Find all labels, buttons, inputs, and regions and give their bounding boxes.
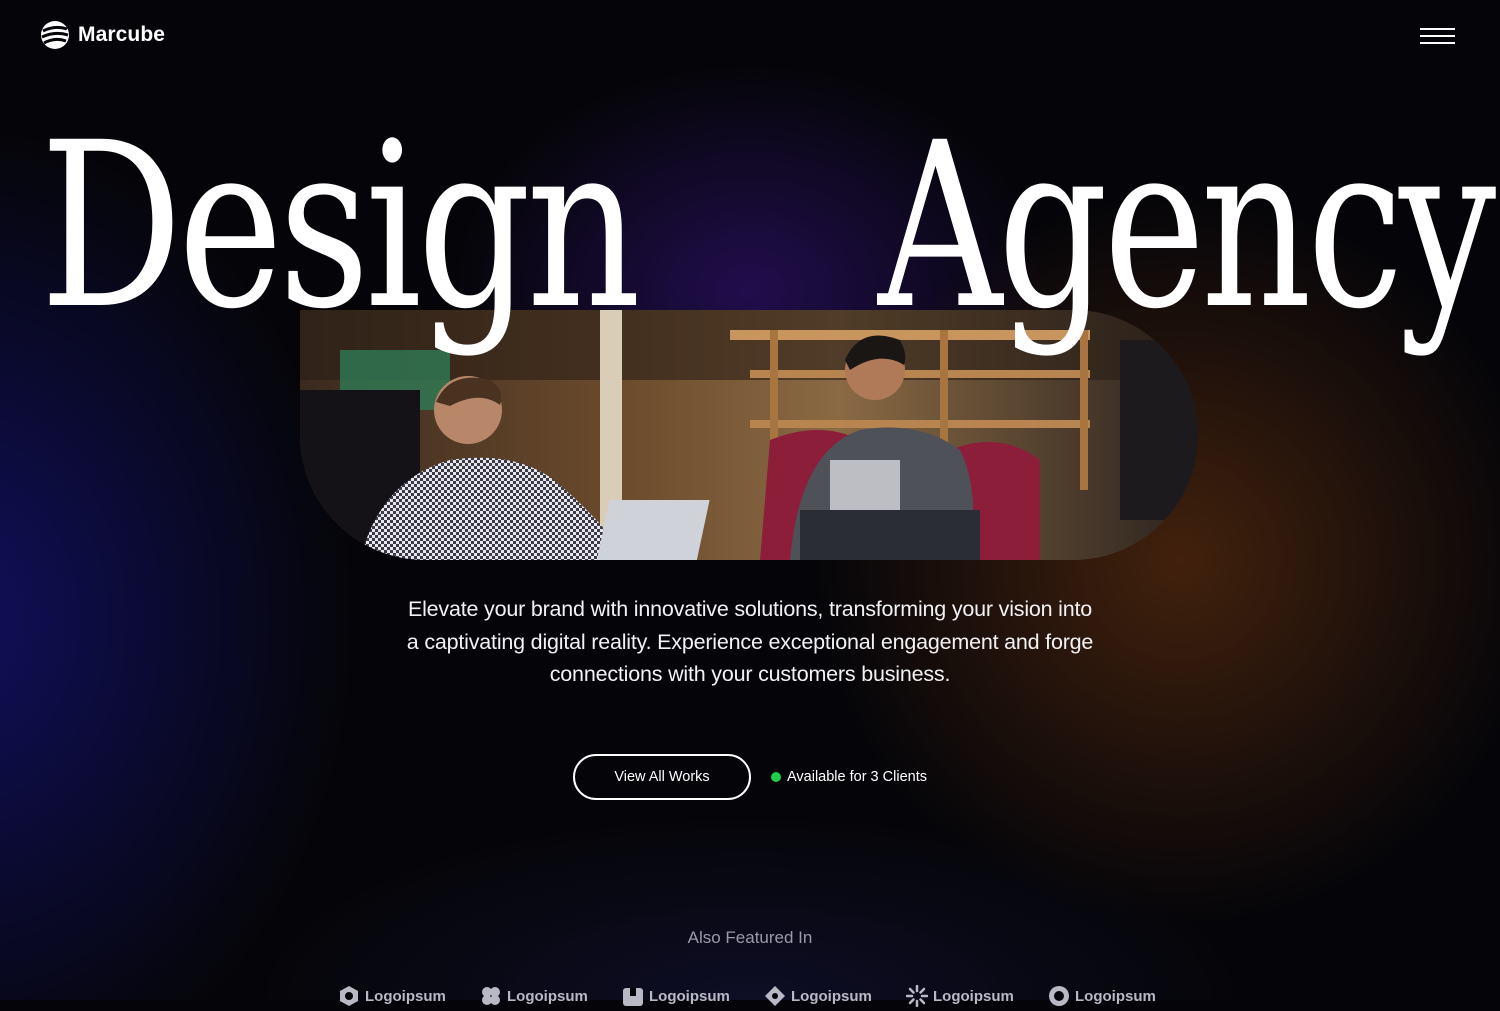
brand-name: Marcube: [78, 23, 166, 46]
menu-line: [1420, 35, 1455, 37]
hero-tagline: Elevate your brand with innovative solut…: [406, 597, 1094, 686]
globe-stripes-icon: [41, 21, 69, 49]
partner-logo-text: Logoipsum: [649, 987, 730, 1005]
partner-logo-text: Logoipsum: [507, 987, 588, 1005]
menu-line: [1420, 28, 1455, 30]
featured-logos: Logoipsum Logoipsum Logoipsum Logoipsum …: [338, 981, 1168, 1011]
partner-logo-text: Logoipsum: [365, 987, 446, 1005]
partner-logo[interactable]: Logoipsum: [622, 985, 736, 1007]
diamond-logo-icon: [765, 986, 785, 1006]
menu-line: [1420, 42, 1455, 44]
availability-text: Available for 3 Clients: [787, 769, 927, 785]
site-header: Marcube: [40, 18, 1455, 52]
partner-logo[interactable]: Logoipsum: [906, 985, 1020, 1007]
partner-logo[interactable]: Logoipsum: [764, 985, 878, 1007]
status-dot-icon: [771, 772, 781, 782]
partner-logo[interactable]: Logoipsum: [480, 985, 594, 1007]
hexagon-logo-icon: [340, 986, 358, 1006]
partner-logo[interactable]: Logoipsum: [1048, 985, 1162, 1007]
ring-logo-icon: [1049, 986, 1069, 1006]
hamburger-menu-icon[interactable]: [1420, 24, 1455, 46]
hero-title-right: Agency: [878, 93, 1496, 359]
brand-logo[interactable]: Marcube: [40, 20, 165, 50]
cta-row: View All Works Available for 3 Clients: [573, 754, 927, 800]
clover-logo-icon: [482, 987, 500, 1005]
burst-logo-icon: [906, 985, 928, 1007]
featured-heading: Also Featured In: [687, 928, 813, 947]
availability-status: Available for 3 Clients: [771, 769, 927, 785]
partner-logo-text: Logoipsum: [791, 987, 872, 1005]
hero-title-left: Design: [40, 93, 641, 359]
partner-logo-text: Logoipsum: [933, 987, 1014, 1005]
partner-logo[interactable]: Logoipsum: [338, 985, 452, 1007]
partner-logo-text: Logoipsum: [1075, 987, 1156, 1005]
view-all-works-button[interactable]: View All Works: [573, 754, 751, 800]
square-logo-icon: [623, 988, 643, 1006]
